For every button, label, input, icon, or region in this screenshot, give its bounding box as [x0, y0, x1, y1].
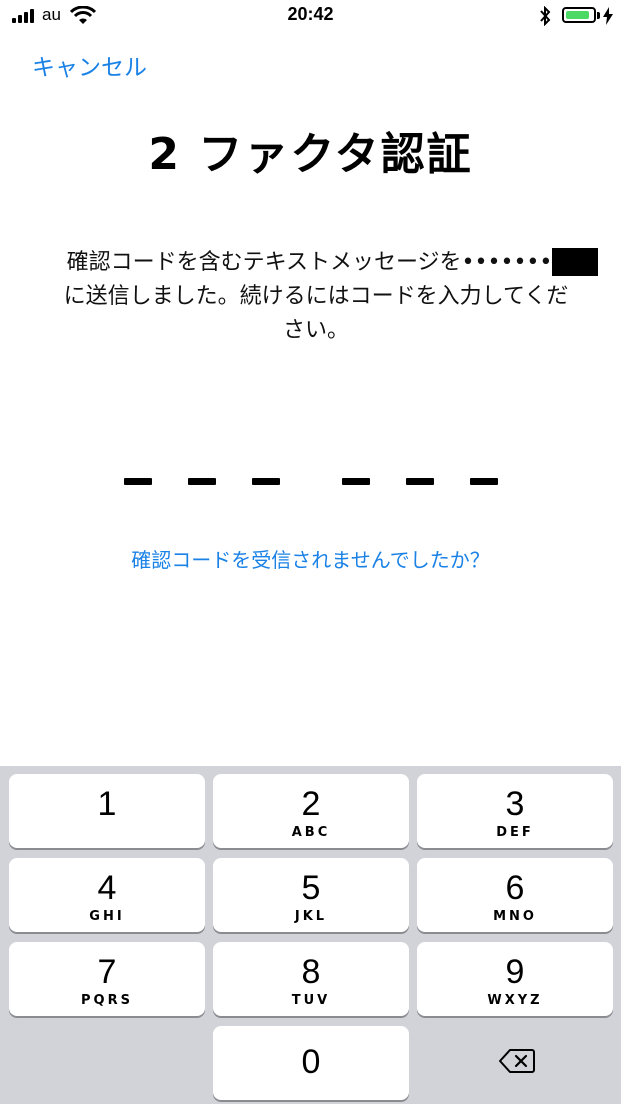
key-digit: 7	[97, 953, 117, 991]
code-digit-slot	[252, 478, 280, 485]
page-title: 2 ファクタ認証	[148, 129, 473, 180]
key-0[interactable]: 0	[213, 1026, 409, 1100]
battery-cap	[597, 12, 600, 19]
key-9[interactable]: 9 WXYZ	[417, 942, 613, 1016]
key-letters: GHI	[89, 909, 125, 924]
battery-icon	[562, 7, 596, 23]
code-not-received-link[interactable]: 確認コードを受信されませんでしたか？	[0, 544, 621, 573]
clock: 20:42	[287, 4, 334, 24]
verification-code-input[interactable]	[0, 478, 621, 488]
key-digit: 2	[301, 785, 321, 823]
key-digit: 3	[505, 785, 525, 823]
code-digit-slot	[342, 478, 370, 485]
key-2[interactable]: 2 ABC	[213, 774, 409, 848]
code-digit-slot	[188, 478, 216, 485]
key-digit: 9	[505, 953, 525, 991]
key-6[interactable]: 6 MNO	[417, 858, 613, 932]
message-line-3: さい。	[282, 318, 349, 343]
key-4[interactable]: 4 GHI	[9, 858, 205, 932]
cancel-button[interactable]: キャンセル	[32, 48, 147, 82]
message-line-2: に送信しました。続けるにはコードを入力してくだ	[63, 284, 569, 309]
key-digit: 6	[505, 869, 525, 907]
key-8[interactable]: 8 TUV	[213, 942, 409, 1016]
code-digit-slot	[406, 478, 434, 485]
key-letters: PQRS	[81, 993, 133, 1008]
key-digit: 1	[97, 785, 117, 823]
key-digit: 4	[97, 869, 117, 907]
key-digit: 0	[301, 1043, 321, 1081]
redacted-phone-number	[552, 248, 598, 276]
key-1[interactable]: 1	[9, 774, 205, 848]
key-letters: MNO	[493, 909, 537, 924]
status-bar: au 20:42	[0, 0, 621, 32]
key-letters: DEF	[496, 825, 534, 840]
key-digit: 8	[301, 953, 321, 991]
battery-level	[566, 11, 589, 19]
key-5[interactable]: 5 JKL	[213, 858, 409, 932]
code-digit-slot	[470, 478, 498, 485]
numeric-keypad: 1 2 ABC 3 DEF 4 GHI 5 JKL 6 MNO 7 PQRS 8…	[0, 766, 621, 1104]
key-letters: JKL	[294, 909, 328, 924]
key-7[interactable]: 7 PQRS	[9, 942, 205, 1016]
verification-message: 確認コードを含むテキストメッセージを•••••••• に送信しました。続けるには…	[36, 246, 596, 348]
key-letters: TUV	[291, 993, 331, 1008]
message-line-1: 確認コードを含むテキストメッセージを••••••••	[66, 250, 566, 275]
charging-bolt-icon	[603, 7, 613, 25]
backspace-icon	[499, 1049, 535, 1073]
code-digit-slot	[124, 478, 152, 485]
delete-button[interactable]	[417, 1026, 613, 1100]
bluetooth-icon	[540, 6, 551, 26]
key-3[interactable]: 3 DEF	[417, 774, 613, 848]
key-digit: 5	[301, 869, 321, 907]
key-letters: WXYZ	[487, 993, 543, 1008]
key-letters: ABC	[291, 825, 331, 840]
